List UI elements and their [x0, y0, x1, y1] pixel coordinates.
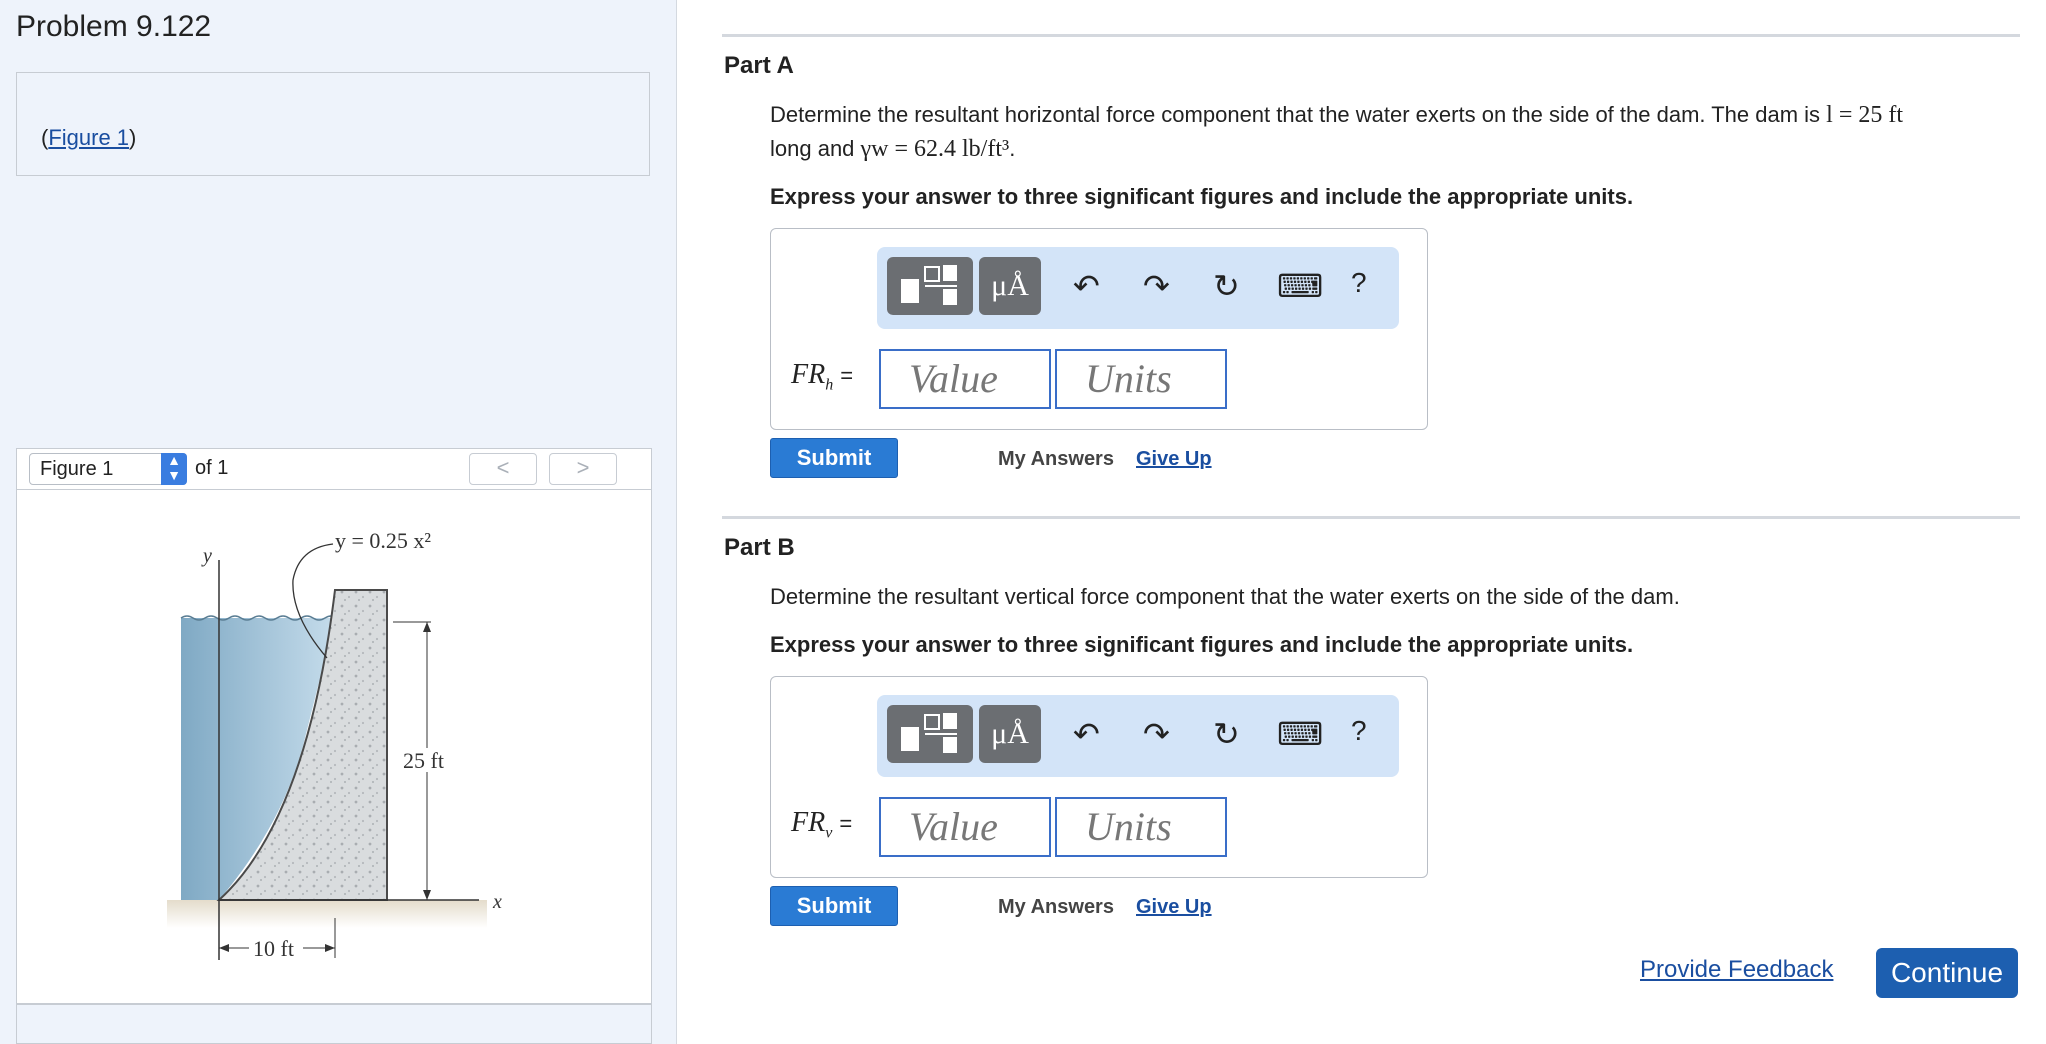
part-a-submit-button[interactable]: Submit — [770, 438, 898, 478]
undo-icon[interactable]: ↶ — [1073, 715, 1100, 753]
part-b-instruction: Express your answer to three significant… — [770, 632, 1634, 657]
height-label: 25 ft — [403, 748, 444, 773]
force-subscript: v — [825, 824, 833, 842]
figure-count: of 1 — [195, 457, 229, 479]
part-a-instruction: Express your answer to three significant… — [770, 184, 1634, 209]
figure-select[interactable]: Figure 1 ▲ ▼ — [29, 453, 187, 485]
chevron-updown-icon: ▲ ▼ — [161, 453, 187, 485]
part-a-give-up-link[interactable]: Give Up — [1136, 448, 1212, 471]
figure-link-wrapper: (Figure 1) — [41, 125, 136, 151]
keyboard-icon[interactable]: ⌨ — [1277, 715, 1323, 753]
part-b-give-up-link[interactable]: Give Up — [1136, 896, 1212, 919]
force-symbol: FR — [791, 807, 826, 838]
chevron-left-icon: < — [496, 455, 510, 480]
part-a-prompt-mid: long and — [770, 136, 861, 161]
equals-sign: = — [840, 363, 854, 388]
x-axis-label: x — [492, 891, 502, 913]
figure-sidebar: Problem 9.122 (Figure 1) Figure 1 ▲ ▼ of … — [0, 0, 677, 1044]
paren-close: ) — [129, 125, 137, 150]
help-icon[interactable]: ? — [1351, 715, 1367, 747]
part-a-length: l = 25 ft — [1826, 102, 1904, 128]
units-button[interactable]: μÅ — [979, 257, 1041, 315]
curve-label: y = 0.25 x² — [335, 528, 431, 553]
part-a-divider — [722, 34, 2020, 37]
template-button[interactable] — [887, 705, 973, 763]
math-toolbar: μÅ ↶ ↷ ↻ ⌨ ? — [877, 695, 1399, 777]
part-a-gamma: γw = 62.4 lb/ft³ — [860, 136, 1010, 162]
figure-toolbar: Figure 1 ▲ ▼ of 1 < > — [16, 448, 652, 490]
reset-icon[interactable]: ↻ — [1213, 715, 1240, 753]
redo-icon[interactable]: ↷ — [1143, 267, 1170, 305]
part-b-field-label: FRv = — [791, 807, 852, 843]
undo-icon[interactable]: ↶ — [1073, 267, 1100, 305]
units-button[interactable]: μÅ — [979, 705, 1041, 763]
part-b-submit-button[interactable]: Submit — [770, 886, 898, 926]
part-b-answer-box: μÅ ↶ ↷ ↻ ⌨ ? FRv = Value Units — [770, 676, 1428, 878]
part-b-units-input[interactable]: Units — [1055, 797, 1227, 857]
continue-button[interactable]: Continue — [1876, 948, 2018, 998]
reset-icon[interactable]: ↻ — [1213, 267, 1240, 305]
figure-select-value: Figure 1 — [40, 458, 114, 480]
redo-icon[interactable]: ↷ — [1143, 715, 1170, 753]
part-a-prompt-text: Determine the resultant horizontal force… — [770, 102, 1827, 127]
part-b-title: Part B — [724, 534, 795, 561]
problem-title: Problem 9.122 — [16, 10, 212, 43]
template-icon — [901, 265, 957, 305]
chevron-right-icon: > — [576, 455, 590, 480]
figure-1-link[interactable]: Figure 1 — [48, 125, 129, 150]
y-axis-label: y — [201, 545, 212, 567]
part-b-prompt: Determine the resultant vertical force c… — [770, 584, 1680, 609]
part-a-value-input[interactable]: Value — [879, 349, 1051, 409]
part-a-title: Part A — [724, 52, 794, 79]
force-symbol: FR — [791, 359, 826, 390]
template-button[interactable] — [887, 257, 973, 315]
dam-figure: y x y = 0.25 x² 25 ft 10 ft — [167, 528, 502, 961]
equals-sign: = — [839, 811, 853, 836]
part-a-prompt-end: . — [1009, 136, 1016, 161]
template-icon — [901, 713, 957, 753]
width-label: 10 ft — [253, 936, 294, 961]
math-toolbar: μÅ ↶ ↷ ↻ ⌨ ? — [877, 247, 1399, 329]
help-icon[interactable]: ? — [1351, 267, 1367, 299]
next-figure-button[interactable]: > — [549, 453, 617, 485]
part-b-divider — [722, 516, 2020, 519]
keyboard-icon[interactable]: ⌨ — [1277, 267, 1323, 305]
provide-feedback-link[interactable]: Provide Feedback — [1640, 956, 1833, 984]
part-b-my-answers[interactable]: My Answers — [998, 896, 1114, 919]
part-a-answer-box: μÅ ↶ ↷ ↻ ⌨ ? FRh = Value Units — [770, 228, 1428, 430]
part-a-my-answers[interactable]: My Answers — [998, 448, 1114, 471]
figure-panel: y x y = 0.25 x² 25 ft 10 ft — [16, 490, 652, 1004]
part-a-prompt: Determine the resultant horizontal force… — [770, 98, 1990, 166]
part-a-units-input[interactable]: Units — [1055, 349, 1227, 409]
ground — [167, 900, 487, 928]
figure-panel-footer — [16, 1004, 652, 1044]
part-a-field-label: FRh = — [791, 359, 853, 395]
part-b-value-input[interactable]: Value — [879, 797, 1051, 857]
force-subscript: h — [825, 376, 834, 394]
prev-figure-button[interactable]: < — [469, 453, 537, 485]
figure-link-box: (Figure 1) — [16, 72, 650, 176]
